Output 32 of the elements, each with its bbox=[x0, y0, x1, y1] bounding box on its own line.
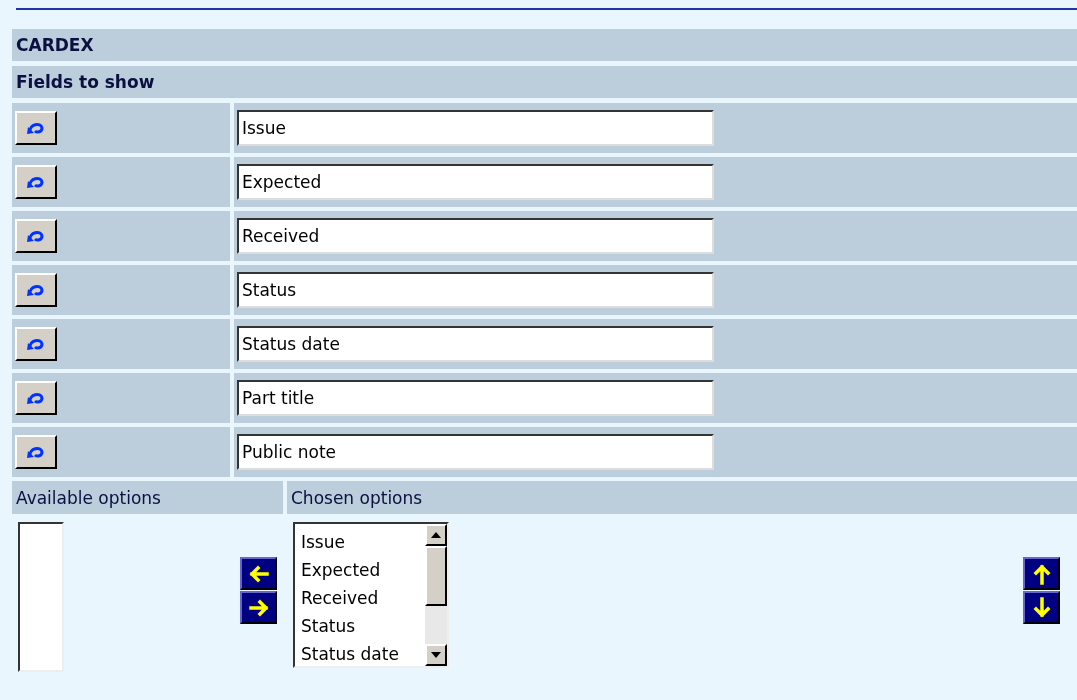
list-box[interactable]: Issue Expected Received Status Status date bbox=[293, 522, 449, 668]
undo-button[interactable] bbox=[15, 381, 57, 415]
input-field[interactable]: Status date bbox=[237, 326, 714, 362]
undo-button[interactable] bbox=[15, 165, 57, 199]
list-item[interactable]: Issue bbox=[301, 528, 423, 556]
move-up-button[interactable] bbox=[1023, 557, 1060, 590]
list-item[interactable]: Status bbox=[301, 612, 423, 640]
page-title: CARDEX bbox=[12, 29, 1077, 61]
list-item[interactable]: Status date bbox=[301, 640, 423, 668]
move-left-button[interactable] bbox=[240, 557, 277, 590]
down-triangle-icon bbox=[431, 652, 441, 658]
scrollbar[interactable] bbox=[425, 524, 447, 666]
move-down-button[interactable] bbox=[1023, 591, 1060, 624]
section-heading: Fields to show bbox=[12, 66, 1077, 98]
list-item[interactable]: Received bbox=[301, 584, 423, 612]
up-triangle-icon bbox=[431, 532, 441, 538]
input-field[interactable]: Issue bbox=[237, 110, 714, 146]
list-item[interactable]: Expected bbox=[301, 556, 423, 584]
undo-button[interactable] bbox=[15, 327, 57, 361]
undo-button[interactable] bbox=[15, 273, 57, 307]
column-heading: Chosen options bbox=[287, 481, 1077, 514]
input-field[interactable]: Status bbox=[237, 272, 714, 308]
list-box[interactable] bbox=[18, 522, 64, 672]
input-field[interactable]: Part title bbox=[237, 380, 714, 416]
input-field[interactable]: Received bbox=[237, 218, 714, 254]
input-field[interactable]: Public note bbox=[237, 434, 714, 470]
undo-button[interactable] bbox=[15, 219, 57, 253]
undo-button[interactable] bbox=[15, 435, 57, 469]
input-field[interactable]: Expected bbox=[237, 164, 714, 200]
column-heading: Available options bbox=[12, 481, 283, 514]
undo-button[interactable] bbox=[15, 111, 57, 145]
move-right-button[interactable] bbox=[240, 591, 277, 624]
